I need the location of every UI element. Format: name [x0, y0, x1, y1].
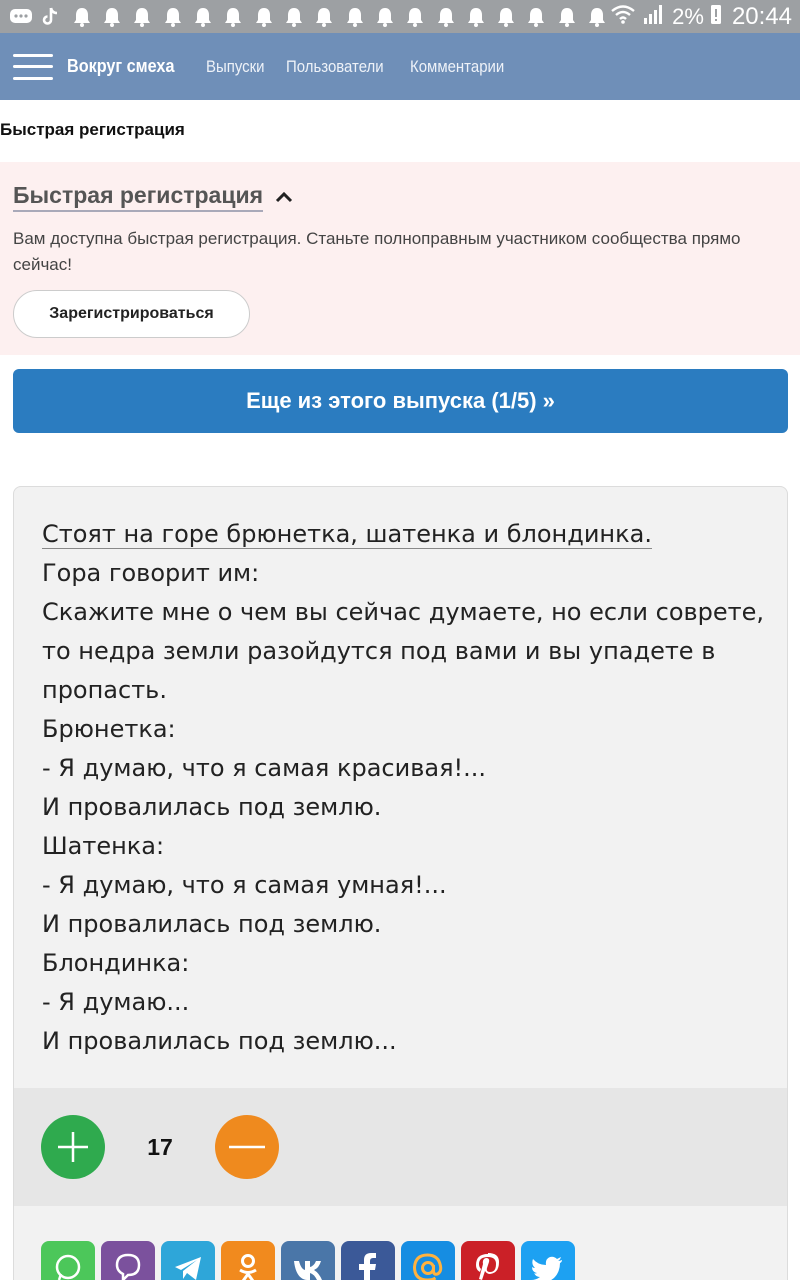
bell-icon: [432, 3, 458, 31]
viber-icon: [115, 1253, 141, 1280]
joke-line: И провалилась под землю.: [42, 793, 382, 821]
joke-line: Блондинка:: [42, 949, 190, 977]
vote-bar: 17: [14, 1088, 787, 1206]
bell-icon: [281, 3, 307, 31]
joke-line: И провалилась под землю.: [42, 910, 382, 938]
registration-title[interactable]: Быстрая регистрация: [13, 182, 264, 212]
status-bar: 2% 20:44: [0, 0, 800, 33]
whatsapp-share-button[interactable]: [41, 1241, 95, 1280]
signal-icon: [642, 3, 666, 31]
vkontakte-share-button[interactable]: [281, 1241, 335, 1280]
bell-icon: [160, 3, 186, 31]
bell-icon: [129, 3, 155, 31]
bell-icon: [69, 3, 95, 31]
clock: 20:44: [731, 2, 792, 30]
top-navbar: Вокруг смеха Выпуски Пользователи Коммен…: [0, 33, 800, 100]
downvote-button[interactable]: [215, 1115, 279, 1179]
joke-card: Стоят на горе брюнетка, шатенка и блонди…: [13, 486, 788, 1280]
bell-icon: [220, 3, 246, 31]
register-button[interactable]: Зарегистрироваться: [13, 290, 250, 338]
nav-link-issues[interactable]: Выпуски: [206, 57, 265, 77]
bell-icon: [463, 3, 489, 31]
joke-text: Стоят на горе брюнетка, шатенка и блонди…: [42, 515, 772, 1061]
odnoklassniki-share-button[interactable]: [221, 1241, 275, 1280]
chevron-up-icon[interactable]: [273, 186, 295, 208]
nav-link-users[interactable]: Пользователи: [286, 57, 384, 77]
minus-icon: [229, 1145, 265, 1149]
more-from-issue-button[interactable]: Еще из этого выпуска (1/5) »: [13, 369, 788, 433]
bell-icon: [554, 3, 580, 31]
bell-icon: [190, 3, 216, 31]
tiktok-icon: [38, 3, 64, 31]
joke-line: Скажите мне о чем вы сейчас думаете, но …: [42, 598, 765, 704]
quick-registration-panel: Быстрая регистрация Вам доступна быстрая…: [0, 162, 800, 355]
site-brand[interactable]: Вокруг смеха: [67, 56, 174, 77]
telegram-share-button[interactable]: [161, 1241, 215, 1280]
twitter-icon: [531, 1256, 562, 1280]
odnoklassniki-icon: [239, 1254, 257, 1280]
bell-icon: [341, 3, 367, 31]
bell-icon: [523, 3, 549, 31]
bell-icon: [251, 3, 277, 31]
joke-line: - Я думаю, что я самая красивая!...: [42, 754, 487, 782]
bell-icon: [311, 3, 337, 31]
at-sign-icon: [412, 1253, 443, 1280]
system-indicators: 2% 20:44: [610, 3, 792, 31]
registration-header[interactable]: Быстрая регистрация: [13, 182, 787, 212]
share-buttons: [41, 1241, 575, 1280]
bell-icon: [372, 3, 398, 31]
joke-line: И провалилась под землю...: [42, 1027, 397, 1055]
battery-percent: 2%: [672, 3, 704, 29]
battery-icon: [710, 3, 722, 31]
vote-score: 17: [147, 1133, 173, 1160]
menu-icon[interactable]: [13, 53, 53, 80]
wifi-icon: [610, 3, 636, 31]
nav-link-comments[interactable]: Комментарии: [410, 57, 504, 77]
joke-line: - Я думаю...: [42, 988, 190, 1016]
vk-icon: [294, 1261, 322, 1280]
upvote-button[interactable]: [41, 1115, 105, 1179]
joke-line[interactable]: Стоят на горе брюнетка, шатенка и блонди…: [42, 520, 652, 549]
facebook-share-button[interactable]: [341, 1241, 395, 1280]
whatsapp-icon: [55, 1254, 81, 1280]
bell-icon: [99, 3, 125, 31]
breadcrumb: Быстрая регистрация: [0, 120, 185, 139]
pinterest-icon: [476, 1253, 499, 1280]
pinterest-share-button[interactable]: [461, 1241, 515, 1280]
twitter-share-button[interactable]: [521, 1241, 575, 1280]
bell-icon: [493, 3, 519, 31]
message-icon: [8, 3, 34, 31]
telegram-icon: [175, 1257, 201, 1280]
joke-line: Брюнетка:: [42, 715, 176, 743]
facebook-icon: [359, 1253, 376, 1280]
bell-icon: [584, 3, 610, 31]
joke-line: Шатенка:: [42, 832, 165, 860]
joke-line: - Я думаю, что я самая умная!...: [42, 871, 447, 899]
mailru-share-button[interactable]: [401, 1241, 455, 1280]
bell-icon: [402, 3, 428, 31]
joke-line: Гора говорит им:: [42, 559, 260, 587]
viber-share-button[interactable]: [101, 1241, 155, 1280]
plus-icon: [58, 1132, 88, 1162]
registration-description: Вам доступна быстрая регистрация. Станьт…: [13, 229, 741, 274]
notification-icons: [8, 3, 610, 31]
